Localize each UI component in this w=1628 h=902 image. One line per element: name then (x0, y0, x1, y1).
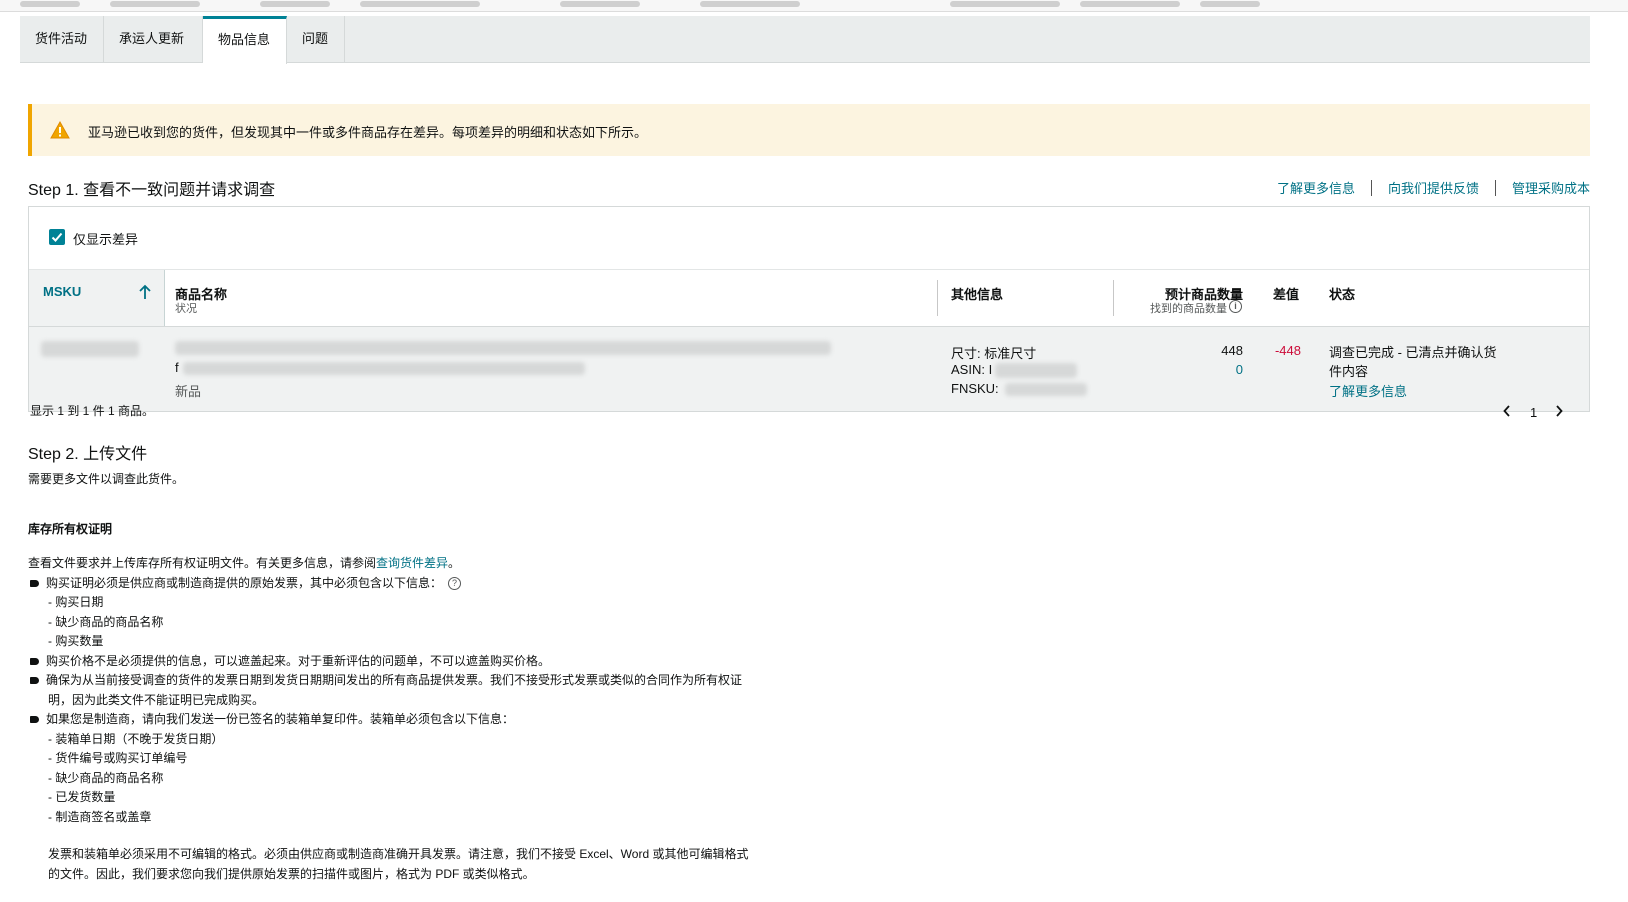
product-name-fragment: f (175, 360, 179, 375)
results-count: 显示 1 到 1 件 1 商品。 (30, 404, 155, 418)
tab-problems[interactable]: 问题 (287, 16, 345, 63)
step2-title: Step 2. 上传文件 (28, 446, 148, 463)
list-subitem: - 货件编号或购买订单编号 (48, 751, 188, 765)
tab-shipment-activity[interactable]: 货件活动 (20, 16, 104, 63)
table-row: f 新品 尺寸: 标准尺寸 ASIN: I FNSKU: 448 0 -448 … (29, 327, 1589, 411)
link-divider (1494, 179, 1496, 196)
column-divider (937, 280, 938, 316)
column-divider (1113, 280, 1114, 316)
list-item-continuation: 明，因为此类文件不能证明已完成购买。 (48, 692, 265, 707)
manage-costs-link[interactable]: 管理采购成本 (1512, 178, 1590, 197)
tab-bar: 货件活动 承运人更新 物品信息 问题 (20, 16, 1590, 64)
show-discrepancies-checkbox[interactable] (49, 229, 65, 245)
page-number[interactable]: 1 (1530, 405, 1537, 420)
format-note: 发票和装箱单必须采用不可编辑的格式。必须由供应商或制造商准确开具发票。请注意，我… (48, 847, 749, 861)
list-item: 确保为从当前接受调查的货件的发票日期到发货日期期间发出的所有商品提供发票。我们不… (28, 671, 748, 691)
table-header: MSKU 商品名称 状况 其他信息 预计商品数量 找到的商品数量 i 差值 状态 (29, 269, 1589, 327)
list-subitem: - 缺少商品的商品名称 (48, 770, 164, 785)
list-item: 如果您是制造商，请向我们发送一份已签名的装箱单复印件。装箱单必须包含以下信息： (28, 710, 748, 730)
expected-qty-value: 448 (1221, 343, 1243, 358)
pagination: 1 (1502, 404, 1582, 422)
msku-column-header[interactable]: MSKU (29, 270, 165, 326)
list-subitem: - 购买数量 (48, 634, 104, 648)
list-subitem: - 已发货数量 (48, 790, 116, 804)
shipment-discrepancy-link[interactable]: 查询货件差异 (376, 556, 448, 570)
sort-ascending-icon[interactable] (138, 284, 152, 300)
learn-more-link[interactable]: 了解更多信息 (1277, 178, 1355, 197)
list-subitem: - 制造商签名或盖章 (48, 809, 152, 824)
list-item: 购买证明必须是供应商或制造商提供的原始发票，其中必须包含以下信息：? (28, 574, 748, 594)
help-links: 了解更多信息 向我们提供反馈 管理采购成本 (1277, 178, 1590, 197)
tab-item-info[interactable]: 物品信息 (203, 16, 287, 64)
status-header: 状态 (1329, 287, 1356, 302)
msku-header-label: MSKU (43, 284, 82, 299)
chevron-right-icon[interactable] (1554, 404, 1564, 418)
difference-header: 差值 (1273, 287, 1300, 302)
tab-carrier-updates[interactable]: 承运人更新 (104, 16, 203, 63)
info-icon[interactable]: i (1229, 300, 1242, 313)
chevron-left-icon[interactable] (1502, 404, 1512, 418)
list-subitem: - 缺少商品的商品名称 (48, 614, 164, 629)
list-subitem: - 购买日期 (48, 595, 104, 609)
feedback-link[interactable]: 向我们提供反馈 (1388, 178, 1479, 197)
help-icon[interactable]: ? (448, 576, 462, 590)
difference-value: -448 (1274, 343, 1301, 358)
document-requirements: 查看文件要求并上传库存所有权证明文件。有关更多信息，请参阅查询货件差异。 购买证… (28, 554, 748, 884)
step1-title: Step 1. 查看不一致问题并请求调查 (28, 182, 276, 199)
found-qty-subheader: 找到的商品数量 (1150, 303, 1227, 315)
asin-label: ASIN: (951, 362, 985, 377)
condition-value: 新品 (175, 384, 202, 399)
fnsku-value-redacted (1005, 383, 1087, 396)
condition-subheader: 状况 (175, 303, 197, 315)
asin-info: ASIN: I (951, 362, 992, 377)
alert-message: 亚马逊已收到您的货件，但发现其中一件或多件商品存在差异。每项差异的明细和状态如下… (88, 125, 648, 140)
product-name-redacted (183, 362, 585, 375)
warning-icon (50, 121, 70, 139)
discrepancy-panel: 仅显示差异 MSKU 商品名称 状况 其他信息 预计商品数量 找到的商品数量 i… (28, 206, 1590, 412)
product-name-redacted (175, 341, 831, 355)
asin-fragment: I (988, 362, 993, 377)
status-value: 调查已完成 - 已清点并确认货件内容 (1329, 345, 1497, 379)
link-divider (1370, 179, 1372, 196)
browser-bookmarks-strip (0, 0, 1628, 12)
format-note: 的文件。因此，我们要求您向我们提供原始发票的扫描件或图片，格式为 PDF 或类似… (48, 866, 535, 881)
ownership-proof-heading: 库存所有权证明 (28, 522, 113, 536)
show-discrepancies-label: 仅显示差异 (73, 232, 139, 247)
msku-value-redacted (41, 341, 139, 357)
checkmark-icon (51, 232, 63, 242)
list-item: 购买价格不是必须提供的信息，可以遮盖起来。对于重新评估的问题单，不可以遮盖购买价… (28, 652, 748, 672)
requirements-intro: 查看文件要求并上传库存所有权证明文件。有关更多信息，请参阅查询货件差异。 (28, 556, 461, 570)
filter-row: 仅显示差异 (29, 207, 1589, 269)
status-learn-more-link[interactable]: 了解更多信息 (1329, 381, 1407, 400)
discrepancy-alert: 亚马逊已收到您的货件，但发现其中一件或多件商品存在差异。每项差异的明细和状态如下… (28, 104, 1590, 156)
step2-subtitle: 需要更多文件以调查此货件。 (28, 472, 185, 486)
asin-value-redacted (995, 363, 1077, 378)
fnsku-label: FNSKU: (951, 381, 999, 396)
list-subitem: - 装箱单日期（不晚于发货日期） (48, 731, 224, 746)
other-info-header: 其他信息 (951, 287, 1004, 302)
size-info: 尺寸: 标准尺寸 (951, 346, 1037, 361)
found-qty-value[interactable]: 0 (1209, 362, 1243, 377)
